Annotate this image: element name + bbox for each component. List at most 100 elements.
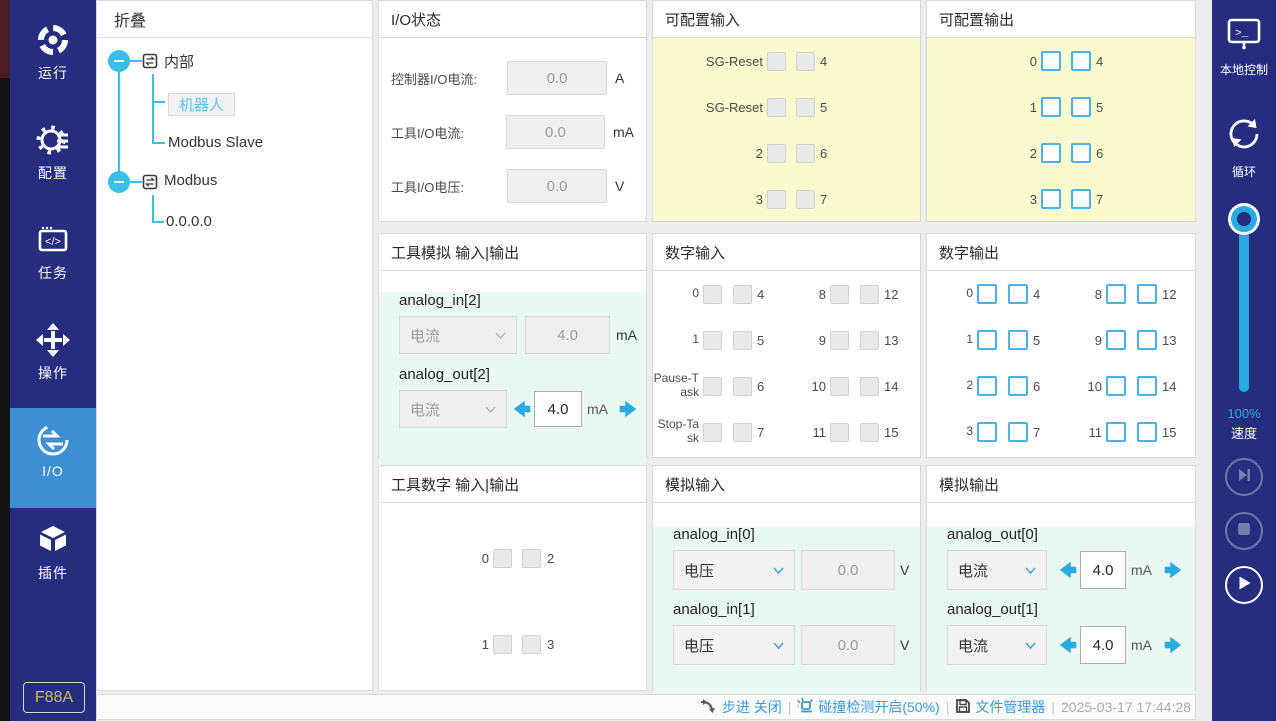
config-input-row: 2 6: [653, 130, 920, 176]
decrease-arrow-icon[interactable]: [1056, 633, 1080, 657]
analog-input-panel: 模拟输入 analog_in[0] 电压 0.0 V analog_in[1] …: [652, 465, 921, 691]
digital-output-checkbox[interactable]: [1008, 376, 1028, 396]
analog-out0-value-input[interactable]: 4.0: [1080, 551, 1126, 589]
config-output-checkbox[interactable]: [1071, 51, 1091, 71]
digital-output-checkbox[interactable]: [977, 376, 997, 396]
panel-title: 模拟输出: [927, 466, 1195, 503]
digital-output-checkbox[interactable]: [1137, 376, 1157, 396]
digital-output-checkbox[interactable]: [1008, 422, 1028, 442]
analog-out0-mode-select[interactable]: 电流: [947, 550, 1047, 590]
decrease-arrow-icon[interactable]: [1056, 558, 1080, 582]
nav-item-run[interactable]: 运行: [10, 8, 96, 108]
collision-detection-status[interactable]: 碰撞检测开启(50%): [797, 697, 939, 717]
digital-output-checkbox[interactable]: [977, 330, 997, 350]
analog-in1-mode-select[interactable]: 电压: [673, 625, 795, 665]
digital-output-row: 3 7 11 15: [927, 409, 1195, 455]
digital-output-checkbox[interactable]: [1106, 330, 1126, 350]
step-mode-status[interactable]: 步进 关闭: [700, 697, 782, 717]
analog-in0-mode-select[interactable]: 电压: [673, 550, 795, 590]
analog-out1-mode-select[interactable]: 电流: [947, 625, 1047, 665]
digital-output-checkbox[interactable]: [977, 422, 997, 442]
select-value: 电压: [684, 560, 714, 581]
tool-analog-out-value-input[interactable]: 4.0: [534, 391, 582, 427]
step-forward-icon: [1236, 467, 1252, 488]
increase-arrow-icon[interactable]: [1161, 558, 1185, 582]
io-swap-icon: [35, 422, 71, 458]
digital-output-checkbox[interactable]: [977, 284, 997, 304]
analog-out1-value-input[interactable]: 4.0: [1080, 626, 1126, 664]
config-output-checkbox[interactable]: [1071, 143, 1091, 163]
separator: |: [788, 699, 792, 715]
field-label: 工具I/O电压:: [391, 177, 507, 196]
tree-collapse-header[interactable]: 折叠: [97, 1, 372, 38]
tree-connector: [152, 74, 154, 144]
channel-label: 3: [927, 425, 973, 439]
channel-label: 8: [790, 287, 826, 302]
digital-output-checkbox[interactable]: [1008, 284, 1028, 304]
chevron-down-icon: [773, 562, 784, 579]
config-output-checkbox[interactable]: [1071, 189, 1091, 209]
tree-node-modbus[interactable]: Modbus: [164, 172, 217, 189]
config-output-checkbox[interactable]: [1071, 97, 1091, 117]
channel-name: analog_out[0]: [947, 526, 1195, 543]
increase-arrow-icon[interactable]: [1161, 633, 1185, 657]
io-tree-panel: 折叠 内部 机器人 Modbus Slave Modbus 0.0.0.0: [96, 0, 373, 691]
separator: |: [1051, 699, 1055, 715]
speed-slider-handle[interactable]: [1231, 206, 1257, 232]
panel-title: 数字输入: [653, 234, 920, 271]
tree-node-robot[interactable]: 机器人: [168, 93, 235, 116]
nav-item-io[interactable]: I/O: [10, 408, 96, 508]
play-button[interactable]: [1225, 566, 1263, 604]
digital-output-checkbox[interactable]: [1106, 376, 1126, 396]
digital-output-checkbox[interactable]: [1137, 330, 1157, 350]
digital-input-checkbox: [703, 331, 722, 350]
decrease-arrow-icon[interactable]: [510, 397, 534, 421]
channel-label: 3: [653, 192, 763, 207]
speed-slider-track[interactable]: [1239, 214, 1249, 392]
panel-title: 工具模拟 输入|输出: [379, 234, 646, 271]
config-output-checkbox[interactable]: [1041, 51, 1061, 71]
channel-label: 0: [927, 54, 1037, 69]
digital-output-checkbox[interactable]: [1106, 284, 1126, 304]
digital-output-checkbox[interactable]: [1137, 422, 1157, 442]
tree-node-modbus-address[interactable]: 0.0.0.0: [166, 213, 212, 230]
local-control-button[interactable]: >_ 本地控制: [1212, 16, 1276, 78]
tree-collapse-toggle[interactable]: [108, 171, 130, 193]
config-input-row: SG-Reset 5: [653, 84, 920, 130]
panel-title: 可配置输出: [927, 1, 1195, 38]
device-id-button[interactable]: F88A: [23, 682, 85, 713]
config-output-checkbox[interactable]: [1041, 189, 1061, 209]
nav-item-config[interactable]: 配置: [10, 108, 96, 208]
chevron-down-icon: [495, 327, 506, 344]
tree-node-internal[interactable]: 内部: [164, 51, 194, 72]
chevron-down-icon: [1025, 562, 1036, 579]
local-control-label: 本地控制: [1220, 61, 1268, 78]
stop-button: [1225, 512, 1263, 550]
tree-node-modbus-slave[interactable]: Modbus Slave: [168, 134, 263, 151]
status-bar: 步进 关闭 | 碰撞检测开启(50%) | 文件管理器 | 2025-03-17…: [96, 694, 1196, 720]
loop-button[interactable]: 循环: [1212, 114, 1276, 180]
channel-name: analog_out[1]: [947, 601, 1195, 618]
nav-label: 任务: [38, 263, 68, 283]
panel-title: I/O状态: [379, 1, 646, 38]
config-input-checkbox: [767, 144, 786, 163]
nav-item-operate[interactable]: 操作: [10, 308, 96, 408]
select-value: 电流: [410, 399, 440, 420]
digital-output-checkbox[interactable]: [1106, 422, 1126, 442]
channel-label: 9: [1066, 333, 1102, 348]
nav-item-task[interactable]: </> 任务: [10, 208, 96, 308]
nav-item-plugin[interactable]: 插件: [10, 508, 96, 608]
nav-label: I/O: [42, 463, 64, 479]
file-manager-button[interactable]: 文件管理器: [955, 697, 1045, 717]
digital-output-checkbox[interactable]: [1008, 330, 1028, 350]
channel-label: 7: [1096, 192, 1103, 207]
tree-collapse-toggle[interactable]: [108, 50, 130, 72]
channel-label: 0: [927, 287, 973, 301]
config-output-checkbox[interactable]: [1041, 143, 1061, 163]
config-output-checkbox[interactable]: [1041, 97, 1061, 117]
channel-label: 1: [927, 333, 973, 347]
collision-text: 碰撞检测开启(50%): [818, 697, 939, 717]
channel-label: 13: [884, 333, 898, 348]
increase-arrow-icon[interactable]: [616, 397, 640, 421]
digital-output-checkbox[interactable]: [1137, 284, 1157, 304]
